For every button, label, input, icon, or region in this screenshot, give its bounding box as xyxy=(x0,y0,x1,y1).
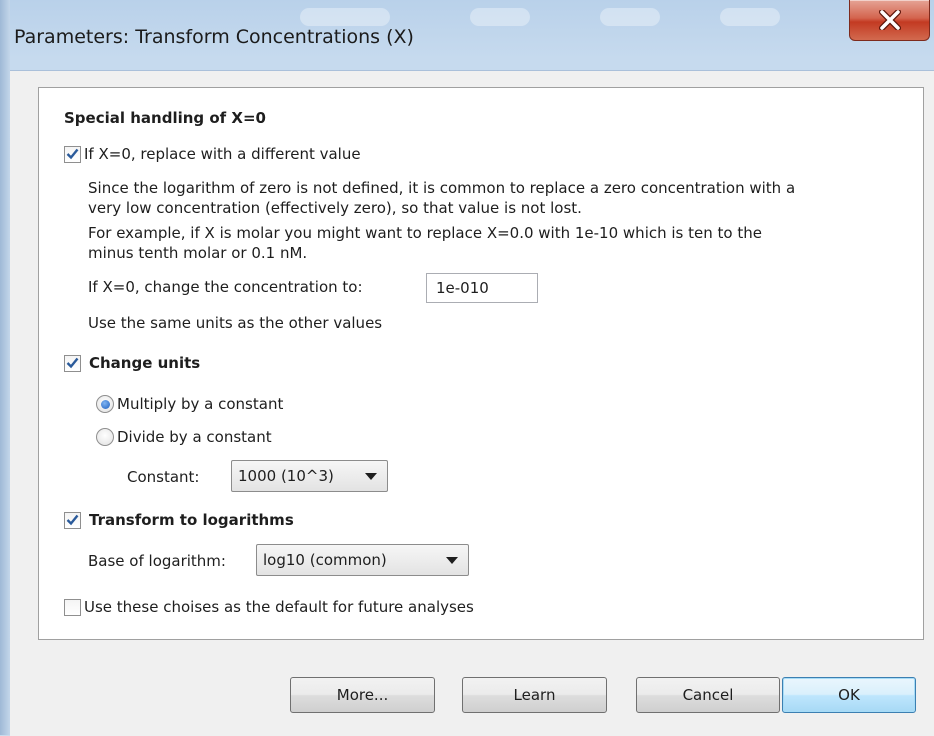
cancel-button[interactable]: Cancel xyxy=(636,677,780,713)
log-base-dropdown[interactable]: log10 (common) xyxy=(256,544,469,576)
checkbox-label: Change units xyxy=(89,354,201,372)
multiply-radio[interactable]: Multiply by a constant xyxy=(96,395,283,413)
checkbox-box[interactable] xyxy=(64,145,81,163)
explanation-line: For example, if X is molar you might wan… xyxy=(88,224,762,242)
background-window-ghost xyxy=(600,8,660,26)
check-icon xyxy=(66,514,79,526)
close-button[interactable] xyxy=(849,0,930,41)
close-icon xyxy=(878,10,901,30)
checkbox-box[interactable] xyxy=(64,511,81,529)
checkbox-label: Transform to logarithms xyxy=(89,511,294,529)
section-heading-x-zero: Special handling of X=0 xyxy=(64,109,266,127)
radio-circle[interactable] xyxy=(96,428,114,446)
more-button[interactable]: More... xyxy=(290,677,435,713)
log-base-label: Base of logarithm: xyxy=(88,552,226,570)
default-choices-checkbox[interactable]: Use these choises as the default for fut… xyxy=(64,598,474,616)
options-panel: Special handling of X=0 If X=0, replace … xyxy=(38,87,924,640)
chevron-down-icon xyxy=(446,557,458,564)
transform-log-checkbox[interactable]: Transform to logarithms xyxy=(64,511,294,529)
radio-selected-dot xyxy=(100,399,110,409)
checkbox-box[interactable] xyxy=(64,354,81,372)
background-window-ghost xyxy=(470,8,530,26)
zero-replacement-input[interactable]: 1e-010 xyxy=(426,273,538,303)
ok-button[interactable]: OK xyxy=(782,677,916,713)
replace-zero-checkbox[interactable]: If X=0, replace with a different value xyxy=(64,145,361,163)
constant-dropdown[interactable]: 1000 (10^3) xyxy=(231,460,388,492)
background-window-ghost xyxy=(720,8,780,26)
radio-label: Divide by a constant xyxy=(117,428,272,446)
constant-selected-value: 1000 (10^3) xyxy=(238,467,334,485)
frame-edge xyxy=(0,0,10,735)
check-icon xyxy=(66,148,79,160)
explanation-line: very low concentration (effectively zero… xyxy=(88,199,582,217)
chevron-down-icon xyxy=(365,473,377,480)
units-note: Use the same units as the other values xyxy=(88,314,383,332)
change-units-checkbox[interactable]: Change units xyxy=(64,354,200,372)
check-icon xyxy=(66,357,79,369)
constant-label: Constant: xyxy=(127,468,200,486)
explanation-line: minus tenth molar or 0.1 nM. xyxy=(88,244,308,262)
radio-circle[interactable] xyxy=(96,395,114,413)
log-base-selected-value: log10 (common) xyxy=(263,551,387,569)
background-window-ghost xyxy=(300,8,390,26)
window-title: Parameters: Transform Concentrations (X) xyxy=(14,26,414,48)
zero-replacement-label: If X=0, change the concentration to: xyxy=(88,278,363,296)
checkbox-box[interactable] xyxy=(64,598,81,616)
dialog-client-area: Special handling of X=0 If X=0, replace … xyxy=(10,70,934,736)
radio-label: Multiply by a constant xyxy=(117,395,284,413)
learn-button[interactable]: Learn xyxy=(462,677,607,713)
divide-radio[interactable]: Divide by a constant xyxy=(96,428,272,446)
checkbox-label: Use these choises as the default for fut… xyxy=(84,598,474,616)
checkbox-label: If X=0, replace with a different value xyxy=(84,145,361,163)
explanation-line: Since the logarithm of zero is not defin… xyxy=(88,179,796,197)
